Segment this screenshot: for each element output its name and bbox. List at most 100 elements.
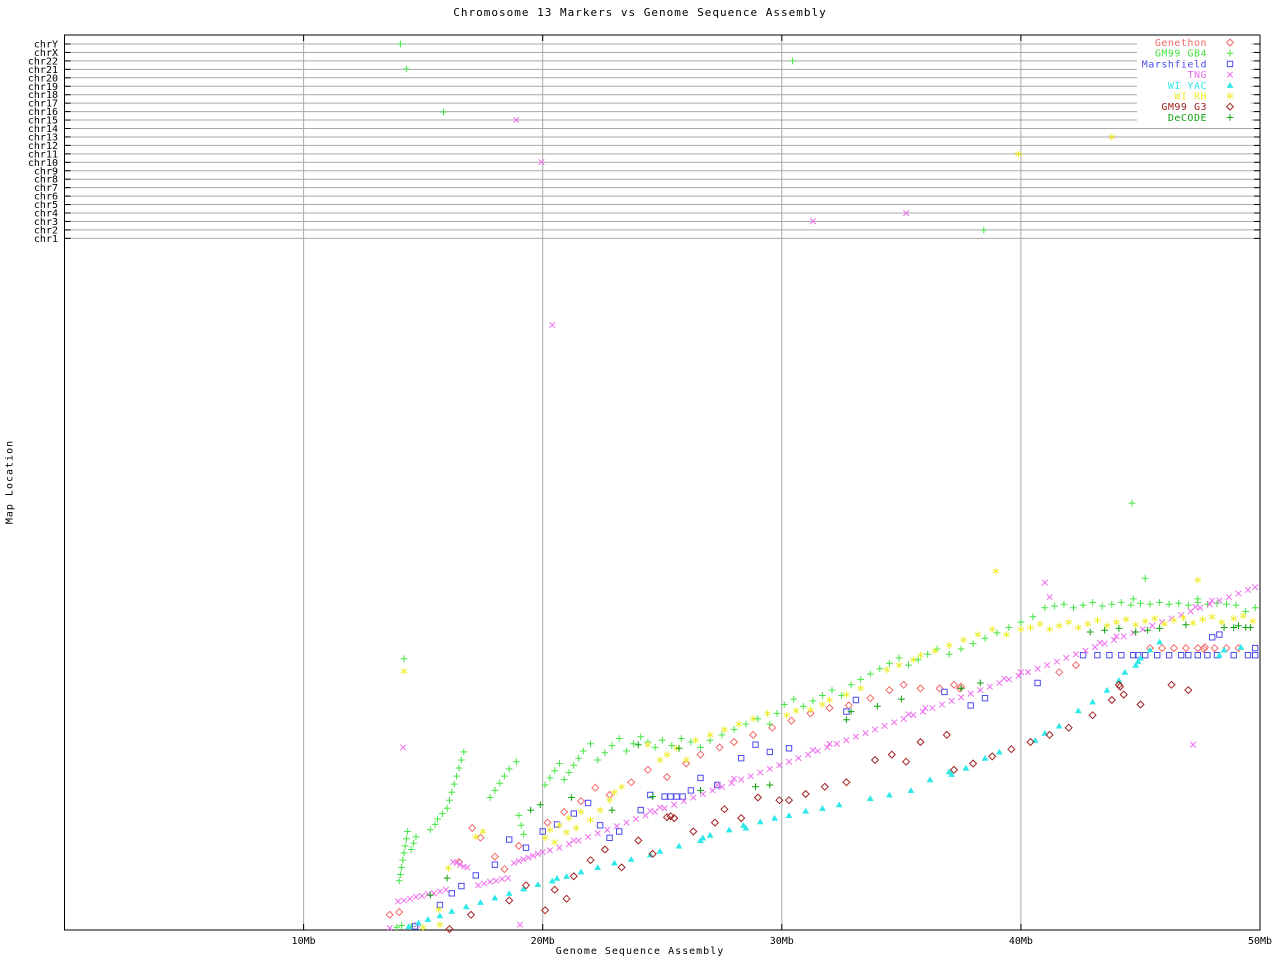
data-point	[982, 635, 989, 642]
data-point	[535, 851, 541, 857]
data-point	[1183, 621, 1190, 628]
data-point	[1085, 620, 1091, 627]
data-point	[1054, 659, 1060, 665]
data-point	[1120, 691, 1127, 698]
data-point	[906, 712, 912, 718]
data-point	[530, 853, 536, 859]
data-point	[446, 797, 453, 804]
data-point	[978, 687, 984, 693]
data-point	[1159, 645, 1166, 652]
data-point	[648, 808, 654, 814]
data-point	[1123, 616, 1129, 623]
data-point	[968, 703, 973, 708]
data-point	[930, 705, 936, 711]
data-point	[1190, 620, 1196, 627]
data-point	[710, 788, 716, 794]
data-point	[446, 926, 453, 933]
data-point	[1194, 645, 1201, 652]
data-point	[819, 701, 825, 708]
data-point	[611, 860, 618, 866]
data-point	[1080, 602, 1087, 609]
data-point	[609, 742, 616, 749]
y-tick-label: chr1	[34, 234, 58, 245]
data-point	[989, 626, 995, 633]
data-point	[556, 822, 562, 829]
data-point	[693, 737, 699, 744]
data-point	[867, 695, 874, 702]
data-point	[571, 838, 577, 844]
data-point	[982, 755, 989, 761]
data-point	[1099, 603, 1106, 610]
data-point	[563, 895, 570, 902]
data-point	[437, 889, 443, 895]
data-point	[731, 739, 738, 746]
data-point	[664, 774, 671, 781]
data-point	[963, 765, 970, 771]
data-point	[668, 794, 673, 799]
scatter-layer	[386, 41, 1258, 933]
data-point	[570, 873, 577, 880]
data-point	[1247, 624, 1254, 631]
data-point	[618, 864, 625, 871]
data-point	[448, 908, 455, 914]
data-point	[671, 802, 677, 808]
data-point	[1245, 653, 1250, 658]
data-point	[1235, 622, 1242, 629]
x-axis-title: Genome Sequence Assembly	[0, 946, 1280, 957]
data-point	[755, 794, 762, 801]
data-point	[980, 227, 987, 234]
data-point	[1032, 737, 1039, 743]
data-point	[784, 712, 790, 719]
data-point	[738, 815, 745, 822]
data-point	[874, 703, 881, 710]
data-point	[515, 812, 522, 819]
data-point	[1008, 746, 1015, 753]
data-point	[605, 827, 611, 833]
data-point	[836, 802, 843, 808]
data-point	[516, 858, 522, 864]
data-point	[437, 913, 444, 919]
data-point	[800, 703, 807, 710]
series-gm99-g3	[446, 681, 1192, 932]
data-point	[1210, 635, 1215, 640]
data-point	[982, 696, 987, 701]
data-point	[911, 712, 917, 718]
data-point	[993, 568, 999, 575]
data-point	[863, 730, 869, 736]
data-point	[688, 788, 693, 793]
data-point	[1193, 604, 1199, 610]
data-point	[975, 631, 981, 638]
data-point	[487, 879, 493, 885]
series-gm99-gb4	[393, 41, 1258, 931]
data-point	[578, 798, 585, 805]
data-point	[1089, 599, 1096, 606]
data-point	[1089, 699, 1096, 705]
data-point	[492, 787, 499, 794]
data-point	[1137, 600, 1144, 607]
data-point	[827, 741, 833, 747]
data-point	[1236, 591, 1242, 597]
data-point	[492, 895, 499, 901]
data-point	[456, 765, 463, 772]
data-point	[623, 748, 630, 755]
data-point	[843, 691, 849, 698]
data-point	[876, 665, 883, 672]
data-point	[788, 717, 795, 724]
data-point	[401, 898, 407, 904]
data-point	[597, 823, 602, 828]
data-point	[896, 662, 902, 669]
data-point	[1231, 615, 1237, 622]
data-point	[578, 869, 585, 875]
data-point	[920, 709, 926, 715]
data-point	[1047, 594, 1053, 600]
data-point	[492, 853, 499, 860]
data-point	[1142, 618, 1148, 625]
data-point	[721, 806, 728, 813]
data-point	[867, 671, 874, 678]
data-point	[752, 783, 759, 790]
data-point	[403, 66, 410, 73]
data-point	[1006, 677, 1012, 683]
data-point	[1075, 708, 1082, 714]
data-point	[923, 705, 929, 711]
data-point	[1195, 577, 1201, 584]
